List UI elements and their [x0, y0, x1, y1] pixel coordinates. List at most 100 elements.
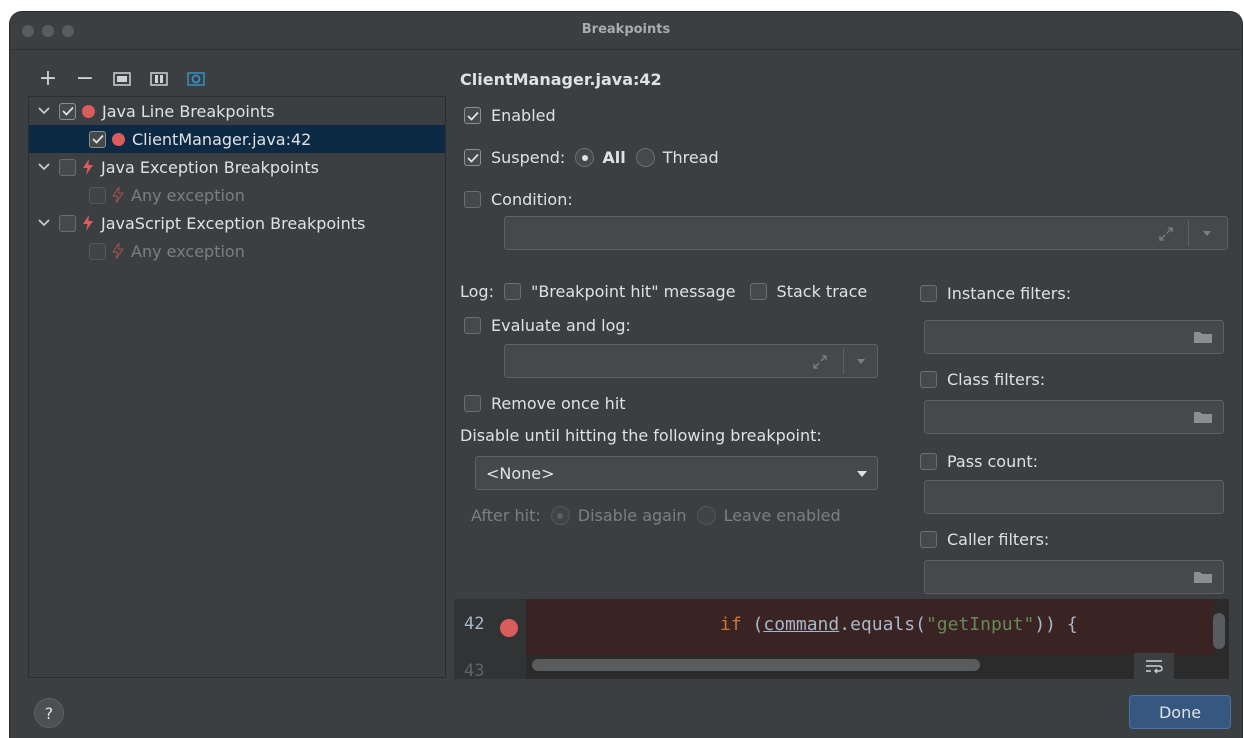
code-keyword: if [720, 614, 742, 635]
expand-icon[interactable] [811, 353, 829, 371]
class-filters-checkbox[interactable] [920, 371, 937, 388]
code-line-highlighted: if (command.equals("getInput")) { [526, 599, 1214, 655]
instance-filters-label: Instance filters: [947, 284, 1072, 303]
tree-item-any-exception-java[interactable]: Any exception [29, 181, 445, 209]
clientmanager-breakpoint-checkbox[interactable] [89, 130, 106, 148]
log-stack-trace-label: Stack trace [776, 282, 868, 301]
help-button[interactable]: ? [34, 698, 64, 728]
lightning-icon [83, 215, 93, 231]
remove-breakpoint-button[interactable]: − [73, 67, 97, 91]
log-label: Log: [460, 282, 494, 301]
pass-count-row: Pass count: [920, 452, 1038, 471]
condition-label: Condition: [491, 190, 573, 209]
log-hit-message-checkbox[interactable] [503, 283, 521, 300]
caller-filters-input[interactable] [924, 560, 1224, 594]
enabled-checkbox[interactable] [464, 107, 481, 124]
pass-count-checkbox[interactable] [920, 453, 937, 470]
evaluate-and-log-label: Evaluate and log: [491, 316, 631, 335]
expand-icon[interactable] [1157, 225, 1175, 243]
checkmark-icon [466, 111, 479, 121]
pass-count-label: Pass count: [947, 452, 1039, 471]
group-by-file-button[interactable] [184, 67, 208, 91]
caller-filters-checkbox[interactable] [920, 531, 937, 548]
tree-group-javascript-exception[interactable]: JavaScript Exception Breakpoints [29, 209, 445, 237]
class-filters-input[interactable] [924, 400, 1224, 434]
lightning-icon [83, 159, 93, 175]
chevron-down-icon[interactable] [37, 104, 51, 118]
folder-icon[interactable] [1193, 569, 1213, 585]
tree-item-label: Java Line Breakpoints [102, 101, 275, 121]
line-breakpoint-icon [112, 132, 125, 146]
evaluate-row: Evaluate and log: [464, 316, 631, 335]
breakpoint-title: ClientManager.java:42 [460, 70, 662, 89]
any-exception-js-checkbox[interactable] [89, 242, 106, 260]
vertical-scrollbar[interactable] [1213, 613, 1225, 649]
group-file-icon [187, 72, 205, 86]
tree-item-label: Java Exception Breakpoints [101, 157, 319, 177]
tree-item-any-exception-js[interactable]: Any exception [29, 237, 445, 265]
horizontal-scrollbar[interactable] [532, 659, 980, 671]
breakpoints-toolbar: + − [36, 66, 208, 92]
javascript-exception-breakpoints-checkbox[interactable] [59, 214, 76, 232]
condition-input[interactable] [504, 216, 1228, 250]
checkmark-icon [61, 106, 74, 116]
chevron-down-icon[interactable] [37, 160, 51, 174]
tree-group-java-line[interactable]: Java Line Breakpoints [29, 97, 445, 125]
soft-wrap-icon [1146, 660, 1163, 674]
chevron-down-icon[interactable] [37, 216, 51, 230]
disable-until-select[interactable]: <None> [475, 456, 878, 490]
after-hit-leave-enabled-radio[interactable] [696, 506, 716, 525]
folder-icon[interactable] [1193, 329, 1213, 345]
minus-icon: − [75, 66, 95, 91]
log-hit-message-label: "Breakpoint hit" message [530, 282, 736, 301]
after-hit-leave-enabled-label: Leave enabled [723, 506, 841, 525]
class-filters-label: Class filters: [947, 370, 1046, 389]
suspend-all-label: All [602, 148, 626, 167]
suspend-checkbox[interactable] [464, 149, 481, 166]
suspend-thread-label: Thread [662, 148, 719, 167]
folder-icon[interactable] [1193, 409, 1213, 425]
soft-wrap-button[interactable] [1134, 653, 1174, 679]
caller-filters-row: Caller filters: [920, 530, 1049, 549]
group-package-icon [113, 72, 131, 86]
remove-once-hit-row: Remove once hit [464, 394, 626, 413]
evaluate-input[interactable] [504, 344, 878, 378]
done-button[interactable]: Done [1129, 695, 1231, 729]
group-class-icon [150, 72, 168, 86]
after-hit-disable-again-radio[interactable] [550, 506, 570, 525]
add-breakpoint-button[interactable]: + [36, 67, 60, 91]
group-by-class-button[interactable] [147, 67, 171, 91]
after-hit-disable-again-label: Disable again [577, 506, 687, 525]
tree-item-clientmanager-42[interactable]: ClientManager.java:42 [29, 125, 445, 153]
java-exception-breakpoints-checkbox[interactable] [59, 158, 76, 176]
tree-item-label: Any exception [131, 241, 245, 261]
code-identifier: command [763, 614, 840, 635]
tree-item-label: JavaScript Exception Breakpoints [101, 213, 366, 233]
disable-until-label: Disable until hitting the following brea… [460, 426, 822, 445]
tree-item-label: ClientManager.java:42 [132, 129, 312, 149]
condition-dropdown-arrow[interactable] [1203, 231, 1211, 236]
suspend-all-radio[interactable] [575, 148, 595, 167]
pass-count-input[interactable] [924, 480, 1224, 514]
log-stack-trace-checkbox[interactable] [749, 283, 767, 300]
condition-checkbox[interactable] [464, 191, 481, 208]
evaluate-dropdown-arrow[interactable] [857, 359, 865, 364]
instance-filters-checkbox[interactable] [920, 285, 937, 302]
remove-once-hit-checkbox[interactable] [464, 395, 481, 412]
group-by-package-button[interactable] [110, 67, 134, 91]
tree-group-java-exception[interactable]: Java Exception Breakpoints [29, 153, 445, 181]
condition-row: Condition: [464, 190, 573, 209]
code-preview[interactable]: 42 43 if (command.equals("getInput")) { [454, 599, 1229, 679]
chevron-down-icon [857, 471, 867, 477]
next-line-number: 43 [464, 661, 485, 679]
any-exception-java-checkbox[interactable] [89, 186, 106, 204]
code-method: .equals( [839, 614, 926, 635]
evaluate-and-log-checkbox[interactable] [464, 317, 481, 334]
caller-filters-label: Caller filters: [947, 530, 1050, 549]
enabled-row: Enabled [464, 106, 556, 125]
java-line-breakpoints-checkbox[interactable] [59, 102, 76, 120]
editor-gutter: 42 43 [454, 599, 526, 679]
breakpoint-marker-icon[interactable] [500, 619, 518, 637]
instance-filters-input[interactable] [924, 320, 1224, 354]
suspend-thread-radio[interactable] [635, 148, 655, 167]
